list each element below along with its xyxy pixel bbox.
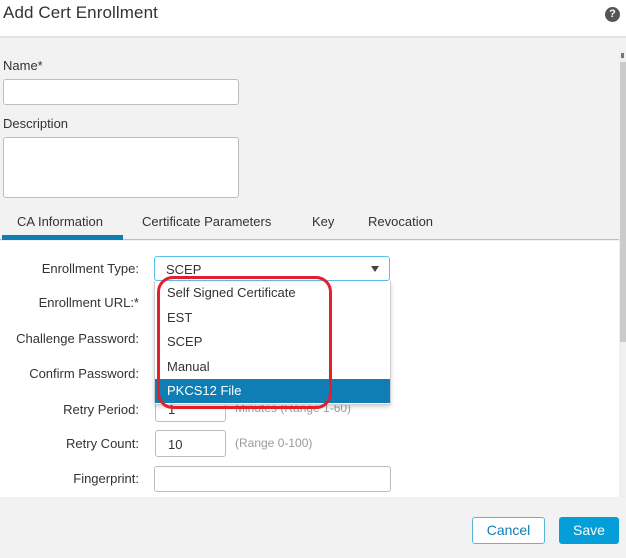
fingerprint-input[interactable]: [154, 466, 391, 492]
active-tab-indicator: [2, 235, 123, 240]
enrollment-type-select[interactable]: SCEP: [154, 256, 390, 281]
name-label: Name*: [3, 58, 43, 73]
enrollment-type-value: SCEP: [166, 262, 202, 277]
tab-ca-information[interactable]: CA Information: [17, 214, 103, 229]
name-input[interactable]: [3, 79, 239, 105]
enrollment-type-dropdown: Self Signed Certificate EST SCEP Manual …: [154, 281, 391, 405]
retry-count-label: Retry Count:: [66, 436, 139, 451]
retry-count-input[interactable]: 10: [155, 430, 226, 457]
scrollbar-arrow[interactable]: [621, 53, 624, 58]
tab-key[interactable]: Key: [312, 214, 334, 229]
fingerprint-label: Fingerprint:: [73, 471, 139, 486]
description-textarea[interactable]: [3, 137, 239, 198]
enrollment-type-label: Enrollment Type:: [41, 261, 139, 276]
challenge-password-label: Challenge Password:: [16, 331, 139, 346]
cancel-button[interactable]: Cancel: [472, 517, 545, 544]
dialog-header: Add Cert Enrollment ?: [0, 0, 626, 38]
chevron-down-icon: [371, 266, 379, 272]
tab-certificate-parameters[interactable]: Certificate Parameters: [142, 214, 271, 229]
enrollment-url-label: Enrollment URL:*: [38, 295, 139, 310]
retry-period-label: Retry Period:: [63, 402, 139, 417]
option-scep[interactable]: SCEP: [155, 330, 390, 354]
option-manual[interactable]: Manual: [155, 355, 390, 379]
dialog-title: Add Cert Enrollment: [3, 3, 158, 22]
question-circle-icon[interactable]: ?: [605, 7, 620, 22]
retry-count-hint: (Range 0-100): [235, 436, 313, 450]
option-est[interactable]: EST: [155, 306, 390, 330]
description-label: Description: [3, 116, 69, 131]
option-self-signed-certificate[interactable]: Self Signed Certificate: [155, 281, 390, 305]
tab-revocation[interactable]: Revocation: [368, 214, 433, 229]
option-pkcs12-file[interactable]: PKCS12 File: [155, 379, 390, 403]
scrollbar-thumb[interactable]: [620, 62, 626, 342]
confirm-password-label: Confirm Password:: [29, 366, 139, 381]
save-button[interactable]: Save: [559, 517, 619, 544]
